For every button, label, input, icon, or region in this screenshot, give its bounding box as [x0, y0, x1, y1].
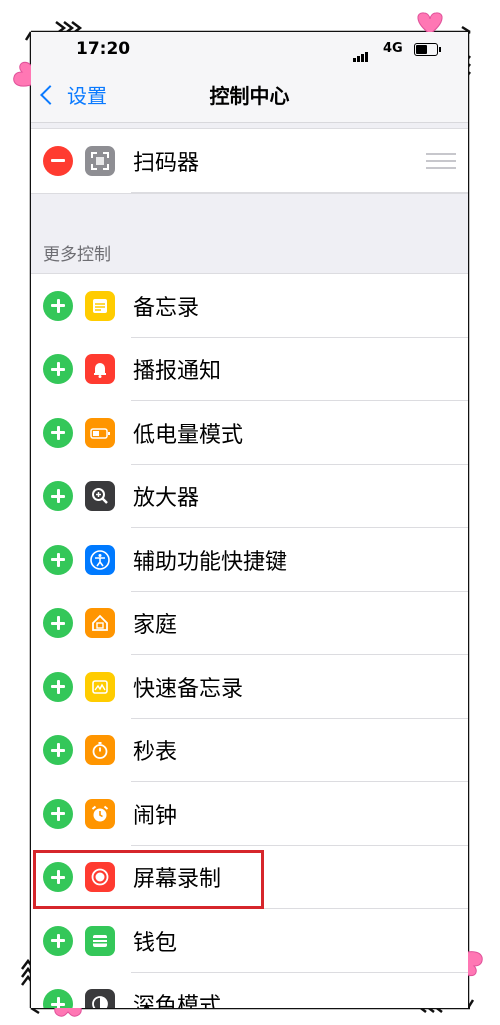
control-label: 放大器 — [133, 486, 200, 512]
control-label: 扫码器 — [133, 150, 200, 176]
stopwatch-icon — [85, 735, 115, 766]
list-item: 闹钟 — [31, 782, 468, 846]
reorder-handle-icon[interactable] — [426, 153, 456, 174]
home-icon — [85, 608, 115, 639]
add-control-button[interactable] — [43, 544, 73, 575]
control-label: 低电量模式 — [133, 422, 244, 448]
list-item: 扫码器 — [31, 129, 468, 193]
list-item: 放大器 — [31, 465, 468, 529]
add-control-button[interactable] — [43, 671, 73, 702]
add-control-button[interactable] — [43, 989, 73, 1008]
control-label: 快速备忘录 — [133, 676, 244, 702]
battery-icon — [414, 43, 441, 56]
announce-notifications-icon — [85, 354, 115, 385]
highlight-box — [33, 850, 264, 909]
control-label: 备忘录 — [133, 295, 200, 321]
control-label: 秒表 — [133, 740, 178, 766]
list-item: 家庭 — [31, 592, 468, 656]
add-control-button[interactable] — [43, 481, 73, 512]
list-item: 播报通知 — [31, 338, 468, 402]
list-item: 快速备忘录 — [31, 655, 468, 719]
control-label: 家庭 — [133, 613, 178, 639]
list-item: 低电量模式 — [31, 401, 468, 465]
control-label: 闹钟 — [133, 803, 178, 829]
notes-icon — [85, 290, 115, 321]
control-label: 辅助功能快捷键 — [133, 549, 288, 575]
remove-control-button[interactable] — [43, 145, 73, 176]
magnifier-icon — [85, 481, 115, 512]
add-control-button[interactable] — [43, 608, 73, 639]
list-item: 深色模式 — [31, 973, 468, 1008]
page-title: 控制中心 — [209, 84, 290, 108]
status-time: 17:20 — [76, 39, 131, 59]
wallet-icon — [85, 925, 115, 956]
list-item: 备忘录 — [31, 274, 468, 338]
settings-screen: 17:20 4G 设置 控制中心 扫码器 更多控制 备忘录 播报通知 低电量模式… — [31, 32, 468, 1008]
control-label: 钱包 — [133, 930, 178, 956]
accessibility-icon — [85, 544, 115, 575]
add-control-button[interactable] — [43, 417, 73, 448]
add-control-button[interactable] — [43, 925, 73, 956]
add-control-button[interactable] — [43, 290, 73, 321]
control-label: 深色模式 — [133, 994, 222, 1008]
network-type: 4G — [383, 41, 403, 56]
dark-mode-icon — [85, 989, 115, 1008]
alarm-clock-icon — [85, 798, 115, 829]
list-item: 辅助功能快捷键 — [31, 528, 468, 592]
add-control-button[interactable] — [43, 798, 73, 829]
add-control-button[interactable] — [43, 354, 73, 385]
status-bar: 17:20 4G — [31, 32, 468, 68]
list-item: 钱包 — [31, 909, 468, 973]
low-power-battery-icon — [85, 417, 115, 448]
quick-note-icon — [85, 671, 115, 702]
section-header-more-controls: 更多控制 — [43, 245, 111, 265]
control-label: 播报通知 — [133, 359, 222, 385]
add-control-button[interactable] — [43, 735, 73, 766]
list-item: 秒表 — [31, 719, 468, 783]
navigation-bar: 设置 控制中心 — [31, 68, 468, 123]
qr-scanner-icon — [85, 145, 115, 176]
signal-icon — [353, 43, 369, 62]
included-controls-list: 扫码器 — [31, 128, 468, 194]
